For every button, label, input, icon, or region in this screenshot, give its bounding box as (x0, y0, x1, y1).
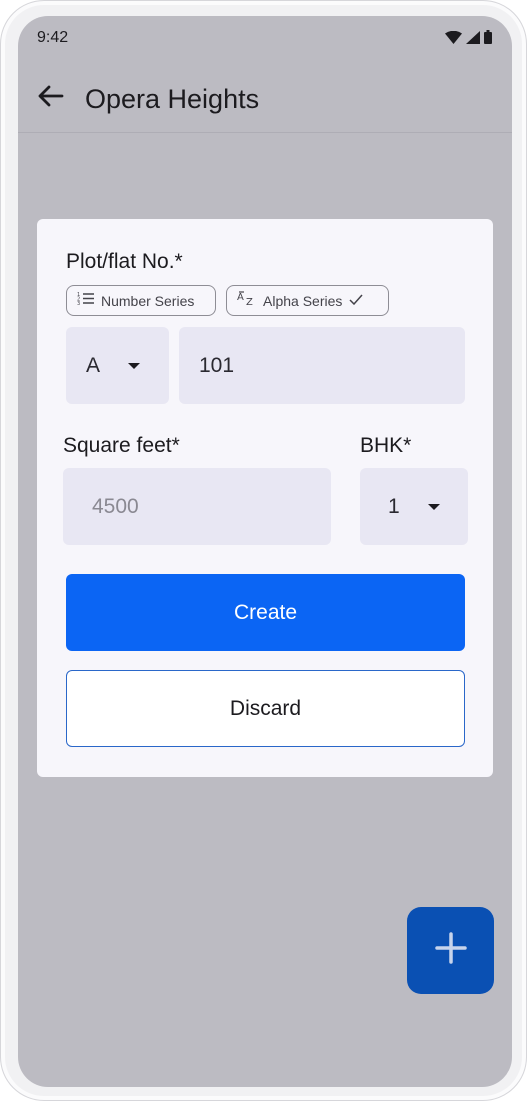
alpha-series-label: Alpha Series (263, 292, 343, 309)
bhk-select[interactable]: 1 (360, 468, 468, 545)
wifi-icon (445, 30, 462, 49)
block-select-value: A (86, 354, 101, 377)
plot-label: Plot/flat No.* (66, 250, 183, 273)
flat-number-field[interactable]: 101 (179, 327, 465, 404)
battery-icon (484, 30, 492, 49)
number-series-chip[interactable]: 1 2 3 Number Series (66, 285, 216, 316)
create-button-label: Create (233, 600, 298, 624)
discard-button[interactable]: Discard (66, 670, 465, 747)
create-unit-dialog: Plot/flat No.* 1 2 3 Number Series A Z A… (37, 219, 493, 777)
svg-text:Z: Z (246, 297, 253, 306)
page-title: Opera Heights (85, 84, 260, 114)
bhk-label: BHK* (360, 434, 412, 457)
chevron-down-icon (428, 504, 440, 510)
check-icon (349, 292, 363, 310)
back-button[interactable] (34, 82, 66, 114)
numbered-list-icon: 1 2 3 (77, 291, 94, 310)
flat-number-value: 101 (199, 354, 235, 377)
status-icons (445, 30, 492, 49)
square-feet-field[interactable]: 4500 (63, 468, 331, 545)
number-series-label: Number Series (101, 292, 195, 309)
square-feet-label: Square feet* (63, 434, 180, 457)
block-select[interactable]: A (66, 327, 169, 404)
plus-icon (434, 932, 467, 969)
chevron-down-icon (128, 363, 140, 369)
signal-icon (466, 30, 480, 49)
svg-text:A: A (237, 292, 244, 303)
phone-frame: 9:42 Opera Heights Plot/flat No.* 1 2 3 … (0, 0, 527, 1101)
svg-text:3: 3 (77, 301, 80, 305)
app-bar: Opera Heights (18, 62, 512, 133)
status-bar: 9:42 (18, 16, 512, 62)
discard-button-label: Discard (229, 696, 302, 720)
screen: 9:42 Opera Heights Plot/flat No.* 1 2 3 … (18, 16, 512, 1087)
status-time: 9:42 (37, 29, 69, 46)
add-fab[interactable] (407, 907, 494, 994)
arrow-left-icon (36, 84, 64, 113)
create-button[interactable]: Create (66, 574, 465, 651)
alpha-sort-icon: A Z (237, 290, 256, 311)
bhk-select-value: 1 (388, 495, 400, 518)
alpha-series-chip[interactable]: A Z Alpha Series (226, 285, 389, 316)
square-feet-placeholder: 4500 (92, 495, 139, 518)
